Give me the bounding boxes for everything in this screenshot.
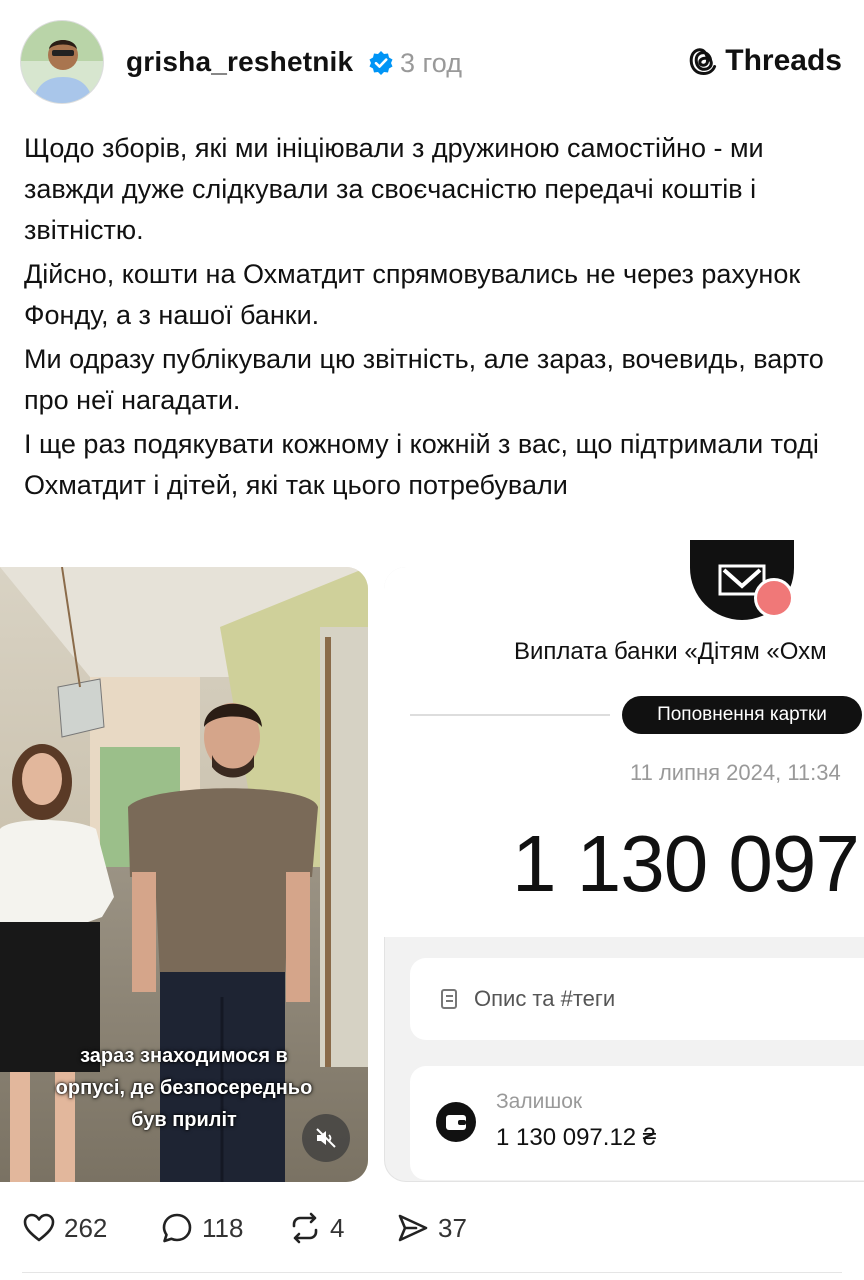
video-caption-line-2: орпусі, де безпосередньо <box>55 1077 313 1099</box>
like-button[interactable]: 262 <box>22 1208 107 1248</box>
comment-icon <box>162 1213 192 1243</box>
shares-count: 37 <box>438 1212 467 1243</box>
avatar[interactable] <box>20 20 104 104</box>
post-header: grisha_reshetnik 3 год Threads <box>0 0 864 125</box>
balance-value: 1 130 097.12 ₴ <box>496 1124 657 1151</box>
bottom-divider <box>22 1272 842 1273</box>
username[interactable]: grisha_reshetnik <box>126 46 353 78</box>
transaction-datetime: 11 липня 2024, 11:34 <box>630 760 841 785</box>
post-actions: 262 118 4 37 <box>0 1196 864 1260</box>
repost-button[interactable]: 4 <box>288 1208 344 1248</box>
post-paragraph-1: Щодо зборів, які ми ініціювали з дружино… <box>24 133 764 245</box>
balance-label: Залишок <box>496 1090 583 1113</box>
transaction-amount: 1 130 097. <box>512 819 864 908</box>
threads-logo-icon <box>689 48 717 76</box>
mute-toggle-button[interactable] <box>302 1114 350 1162</box>
description-label: Опис та #теги <box>474 986 616 1011</box>
video-caption-line-1: зараз знаходимося в <box>80 1045 288 1067</box>
threads-brand[interactable]: Threads <box>687 44 842 78</box>
wallet-icon <box>436 1102 476 1142</box>
reposts-count: 4 <box>330 1212 345 1243</box>
comments-count: 118 <box>202 1212 244 1243</box>
share-button[interactable]: 37 <box>396 1208 467 1248</box>
likes-count: 262 <box>64 1212 108 1243</box>
muted-speaker-icon <box>316 1128 336 1148</box>
heart-icon <box>23 1213 55 1242</box>
threads-brand-label: Threads <box>725 44 842 77</box>
repost-icon <box>292 1212 318 1244</box>
comment-button[interactable]: 118 <box>160 1208 243 1248</box>
notes-icon <box>441 989 457 1009</box>
balance-card <box>410 1066 864 1180</box>
avatar-photo <box>21 21 103 103</box>
post-paragraph-4: І ще раз подякувати кожному і кожній з в… <box>24 429 819 500</box>
send-icon <box>398 1214 428 1242</box>
post-paragraph-3: Ми одразу публікували цю звітність, але … <box>24 344 824 415</box>
post-timestamp: 3 год <box>400 48 462 78</box>
payee-name: Виплата банки «Дітям «Охм <box>514 638 827 665</box>
post-paragraph-2: Дійсно, кошти на Охматдит спрямовувались… <box>24 259 801 330</box>
verified-badge-icon <box>369 51 393 75</box>
category-pill: Поповнення картки <box>622 696 862 734</box>
divider <box>410 714 610 716</box>
jar-badge-icon <box>754 578 794 618</box>
post-body: Щодо зборів, які ми ініціювали з дружино… <box>24 128 854 509</box>
